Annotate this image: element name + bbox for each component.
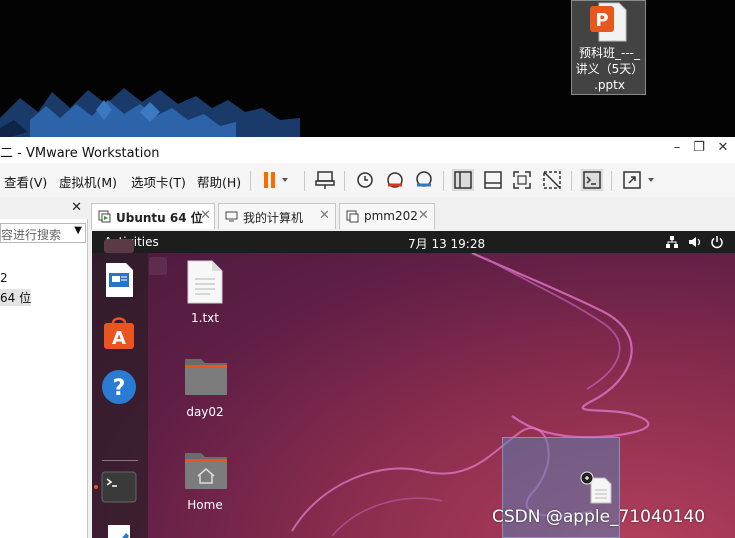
tab-close-icon[interactable]: ✕ bbox=[200, 208, 211, 223]
desktop-item-label: 1.txt bbox=[191, 311, 219, 325]
csdn-watermark: CSDN @apple_71040140 bbox=[492, 507, 706, 527]
drag-file-cursor-icon bbox=[580, 471, 612, 504]
desktop-file-pptx[interactable]: P 预科班_---_ 讲义（5天） .pptx bbox=[571, 0, 646, 95]
vm-running-icon bbox=[98, 210, 111, 223]
toolbar-separator bbox=[344, 171, 345, 191]
file-label-line1: 预科班_---_ bbox=[579, 46, 640, 60]
minimize-button[interactable]: – bbox=[668, 140, 686, 155]
help-icon[interactable]: ? bbox=[100, 368, 138, 406]
desktop-file-label: 预科班_---_ 讲义（5天） .pptx bbox=[572, 45, 647, 93]
powerpoint-file-icon: P bbox=[590, 2, 627, 42]
library-close-button[interactable]: ✕ bbox=[71, 200, 82, 215]
tab-strip: Ubuntu 64 位 ✕ 我的计算机 ✕ pmm202 ✕ bbox=[88, 197, 735, 231]
terminal-icon[interactable] bbox=[100, 468, 138, 506]
vm-icon bbox=[346, 210, 359, 223]
menu-view[interactable]: 查看(V) bbox=[4, 172, 47, 191]
svg-text:?: ? bbox=[113, 376, 126, 401]
tab-label: Ubuntu 64 位 bbox=[116, 211, 203, 225]
text-editor-icon[interactable] bbox=[100, 521, 138, 538]
toolbar-separator bbox=[304, 171, 305, 191]
restore-button[interactable]: ❐ bbox=[690, 140, 708, 155]
file-label-line2: 讲义（5天） bbox=[575, 62, 644, 76]
ubuntu-guest-screen[interactable]: Activities 7月 13 19:28 bbox=[92, 231, 735, 538]
unity-mode-icon[interactable] bbox=[541, 169, 563, 191]
file-label-line3: .pptx bbox=[594, 78, 625, 92]
tab-close-icon[interactable]: ✕ bbox=[418, 208, 429, 223]
desktop-item-partial bbox=[149, 257, 167, 275]
svg-text:P: P bbox=[595, 10, 608, 31]
text-file-icon bbox=[187, 260, 223, 304]
tab-close-icon[interactable]: ✕ bbox=[319, 208, 330, 223]
pause-icon[interactable] bbox=[259, 169, 291, 191]
tab-label: 我的计算机 bbox=[243, 211, 304, 225]
show-library-icon[interactable] bbox=[452, 169, 474, 191]
toolbar-separator bbox=[443, 171, 444, 191]
desktop-item-day02[interactable]: day02 bbox=[170, 355, 240, 425]
tab-my-computer[interactable]: 我的计算机 ✕ bbox=[218, 203, 336, 229]
toolbar-separator bbox=[571, 171, 572, 191]
full-screen-icon[interactable] bbox=[511, 169, 533, 191]
home-folder-icon bbox=[185, 453, 227, 489]
dock-partial-icon[interactable] bbox=[100, 239, 138, 257]
menu-tabs[interactable]: 选项卡(T) bbox=[131, 172, 186, 191]
desktop-item-label: day02 bbox=[186, 405, 224, 419]
svg-text:A: A bbox=[112, 328, 126, 349]
menu-help[interactable]: 帮助(H) bbox=[197, 172, 241, 191]
libreoffice-impress-icon[interactable] bbox=[100, 261, 138, 299]
console-view-icon[interactable] bbox=[581, 169, 603, 191]
library-search-placeholder: 容进行搜索 bbox=[1, 228, 62, 242]
library-search-input[interactable]: 容进行搜索 ▼ bbox=[0, 223, 86, 243]
snapshot-icon[interactable] bbox=[354, 169, 376, 191]
running-indicator bbox=[94, 485, 98, 489]
ubuntu-dock: A ? bbox=[92, 239, 148, 538]
library-item-selected[interactable]: 64 位 bbox=[0, 289, 32, 306]
window-title: 二 - VMware Workstation bbox=[0, 146, 160, 161]
title-bar[interactable]: 二 - VMware Workstation – ❐ ✕ bbox=[0, 137, 735, 163]
volume-icon[interactable] bbox=[688, 235, 702, 249]
folder-icon bbox=[185, 359, 227, 395]
ubuntu-software-icon[interactable]: A bbox=[100, 314, 138, 352]
library-pane: ✕ 容进行搜索 ▼ 2 64 位 bbox=[0, 197, 88, 538]
tab-pmm202[interactable]: pmm202 ✕ bbox=[339, 203, 435, 229]
dock-separator bbox=[102, 460, 138, 461]
gnome-top-bar: Activities 7月 13 19:28 bbox=[92, 231, 735, 253]
revert-snapshot-icon[interactable] bbox=[384, 169, 406, 191]
desktop-item-1txt[interactable]: 1.txt bbox=[170, 259, 240, 329]
search-dropdown-icon[interactable]: ▼ bbox=[74, 225, 82, 236]
toolbar-separator bbox=[611, 171, 612, 191]
close-button[interactable]: ✕ bbox=[714, 140, 732, 155]
menu-vm[interactable]: 虚拟机(M) bbox=[59, 172, 117, 191]
stretch-guest-icon[interactable] bbox=[621, 169, 659, 191]
computer-icon bbox=[225, 211, 238, 222]
clock[interactable]: 7月 13 19:28 bbox=[408, 235, 485, 252]
tab-label: pmm202 bbox=[364, 209, 418, 223]
screen: P 预科班_---_ 讲义（5天） .pptx 二 - VMware Works… bbox=[0, 0, 735, 538]
vmware-window: 二 - VMware Workstation – ❐ ✕ 查看(V) 虚拟机(M… bbox=[0, 137, 735, 538]
desktop-item-home[interactable]: Home bbox=[170, 449, 240, 519]
tab-ubuntu[interactable]: Ubuntu 64 位 ✕ bbox=[91, 203, 215, 229]
power-icon[interactable] bbox=[710, 235, 724, 249]
thumbnail-bar-icon[interactable] bbox=[482, 169, 504, 191]
toolbar-separator bbox=[250, 171, 251, 191]
snapshot-manager-icon[interactable] bbox=[413, 169, 435, 191]
toolbar: 查看(V) 虚拟机(M) 选项卡(T) 帮助(H) bbox=[0, 163, 735, 197]
host-desktop: P 预科班_---_ 讲义（5天） .pptx bbox=[0, 0, 735, 140]
desktop-item-label: Home bbox=[187, 498, 223, 512]
send-ctrl-alt-del-icon[interactable] bbox=[314, 169, 336, 191]
library-header: ✕ bbox=[0, 197, 88, 219]
library-item[interactable]: 2 bbox=[0, 271, 8, 285]
network-icon[interactable] bbox=[665, 235, 679, 249]
